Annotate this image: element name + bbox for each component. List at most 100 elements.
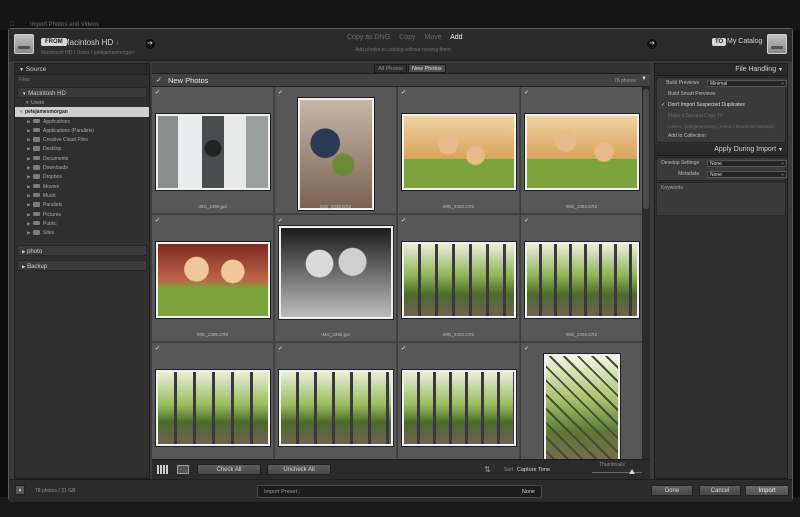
sort-selector[interactable]: Capture Time [517, 467, 550, 473]
folder-item[interactable]: ▶ Desktop [15, 144, 149, 153]
folder-icon [33, 127, 40, 133]
smart-previews-checkbox[interactable]: Build Smart Previews [657, 89, 785, 100]
triangle-down-icon: ▼ [778, 147, 783, 153]
photo-filename: IMG_2363.CR2 [442, 204, 475, 209]
slider-knob[interactable] [629, 469, 635, 474]
folder-item[interactable]: ▶ Pictures [15, 210, 149, 219]
check-icon[interactable]: ✓ [278, 345, 283, 352]
folder-label: Music [43, 192, 57, 199]
import-button[interactable]: Import [745, 485, 789, 496]
photo-cell[interactable]: ✓ IMG_2499.jpd [152, 87, 274, 214]
folder-item[interactable]: ▶ Dropbox [15, 172, 149, 181]
folder-icon [33, 183, 40, 189]
photo-thumbnail[interactable] [156, 370, 270, 446]
build-previews-select[interactable]: Minimal [707, 80, 787, 88]
photo-thumbnail[interactable] [156, 114, 270, 190]
check-icon[interactable]: ✓ [278, 217, 283, 224]
develop-settings-select[interactable]: None [707, 160, 787, 168]
uncheck-all-button[interactable]: Uncheck All [267, 464, 331, 475]
volume-photo[interactable]: ▶ photo [17, 245, 147, 257]
grid-view-icon[interactable] [157, 465, 169, 474]
photo-thumbnail[interactable] [279, 226, 393, 319]
photo-thumbnail[interactable] [402, 114, 516, 190]
triangle-down-icon[interactable]: ▼ [641, 76, 647, 82]
check-icon[interactable]: ✓ [401, 345, 406, 352]
tree-item-user-home[interactable]: ▼ petejamesmorgan [15, 107, 149, 117]
photo-thumbnail[interactable] [544, 354, 620, 459]
check-icon[interactable]: ✓ [155, 89, 160, 96]
check-icon[interactable]: ✓ [155, 217, 160, 224]
folder-item[interactable]: ▶ Downloads [15, 163, 149, 172]
photo-cell[interactable]: ✓ [398, 343, 520, 459]
triangle-right-icon: ▶ [22, 264, 26, 270]
mode-add[interactable]: Add [450, 34, 462, 41]
check-all-button[interactable]: Check All [197, 464, 261, 475]
photo-cell[interactable]: ✓ [521, 343, 642, 459]
photo-cell[interactable]: ✓ IMG_2402.CR2 [398, 215, 520, 342]
photo-thumbnail[interactable] [279, 370, 393, 446]
folder-item[interactable]: ▶ Parallels [15, 200, 149, 209]
folder-item[interactable]: ▶ Applications [15, 117, 149, 126]
check-icon[interactable]: ✓ [156, 76, 162, 84]
mode-copy-as-dng[interactable]: Copy as DNG [347, 34, 390, 41]
photo-cell[interactable]: ✓ IMG_2339.CR2 [275, 87, 397, 214]
photo-cell[interactable]: ✓ [275, 343, 397, 459]
check-icon[interactable]: ✓ [278, 89, 283, 96]
photo-cell[interactable]: ✓ IMG_2404.CR2 [521, 215, 642, 342]
folder-item[interactable]: ▶ Movies [15, 182, 149, 191]
volume-macintosh-hd[interactable]: ▼ Macintosh HD [17, 87, 147, 98]
source-drive-icon[interactable] [14, 34, 34, 54]
volume-backup[interactable]: ▶ Backup [17, 260, 147, 272]
source-panel-header[interactable]: ▼ Source [15, 64, 149, 75]
mode-copy[interactable]: Copy [399, 34, 415, 41]
tree-item-users[interactable]: ▼ Users [15, 98, 149, 107]
import-stats: 78 photos / 31 GB [35, 488, 76, 494]
collapse-dialog-icon[interactable]: ▲ [15, 485, 25, 495]
no-duplicates-label: Don't Import Suspected Duplicates [668, 102, 745, 108]
mode-move[interactable]: Move [424, 34, 441, 41]
check-icon[interactable]: ✓ [401, 89, 406, 96]
cancel-button[interactable]: Cancel [699, 485, 741, 496]
folder-item[interactable]: ▶ Public [15, 219, 149, 228]
photo-thumbnail[interactable] [525, 242, 639, 318]
sort-icon[interactable]: ⇅ [484, 465, 491, 474]
folder-item[interactable]: ▶ Applications (Parallels) [15, 126, 149, 135]
destination-name[interactable]: My Catalog [727, 38, 762, 45]
folder-list: ▶ Applications ▶ Applications (Parallels) ▶ C… [15, 117, 149, 238]
import-preset-select[interactable]: Import Preset : None [257, 485, 542, 498]
folder-item[interactable]: ▶ Music [15, 191, 149, 200]
add-to-collection-checkbox[interactable]: Add to Collection [657, 131, 785, 142]
photo-cell[interactable]: ✓ IMG_2364.CR2 [521, 87, 642, 214]
photo-cell[interactable]: ✓ IMG_2363.CR2 [398, 87, 520, 214]
keywords-field[interactable]: Keywords [656, 182, 786, 216]
source-selector[interactable]: Macintosh HD › [63, 38, 119, 47]
all-photos-toggle[interactable]: All Photos [374, 64, 407, 73]
no-duplicates-checkbox[interactable]: ✓ Don't Import Suspected Duplicates [657, 100, 785, 111]
check-icon[interactable]: ✓ [524, 217, 529, 224]
folder-item[interactable]: ▶ Creative Cloud Files [15, 135, 149, 144]
scrollbar-thumb[interactable] [643, 89, 649, 209]
photo-thumbnail[interactable] [156, 242, 270, 318]
photo-cell[interactable]: ✓ [152, 343, 274, 459]
photo-thumbnail[interactable] [298, 98, 374, 210]
metadata-select[interactable]: None [707, 171, 787, 179]
grid-scrollbar[interactable] [642, 87, 650, 459]
thumbnails-label: Thumbnails [599, 462, 625, 468]
check-icon[interactable]: ✓ [524, 89, 529, 96]
file-handling-header[interactable]: File Handling ▼ [655, 64, 787, 76]
photo-thumbnail[interactable] [525, 114, 639, 190]
photo-thumbnail[interactable] [402, 242, 516, 318]
apply-during-import-header[interactable]: Apply During Import ▼ [655, 144, 787, 156]
check-icon[interactable]: ✓ [401, 217, 406, 224]
second-copy-checkbox[interactable]: Make a Second Copy To: [657, 111, 785, 122]
folder-item[interactable]: ▶ Sites [15, 228, 149, 237]
photo-cell[interactable]: ✓ IMG_2395.CR2 [152, 215, 274, 342]
photo-thumbnail[interactable] [402, 370, 516, 446]
photo-cell[interactable]: ✓ IMG_2395.jpd [275, 215, 397, 342]
check-icon[interactable]: ✓ [524, 345, 529, 352]
done-button[interactable]: Done [651, 485, 693, 496]
new-photos-toggle[interactable]: New Photos [408, 64, 446, 73]
check-icon[interactable]: ✓ [155, 345, 160, 352]
folder-item[interactable]: ▶ Documents [15, 154, 149, 163]
loupe-view-icon[interactable] [177, 465, 189, 474]
